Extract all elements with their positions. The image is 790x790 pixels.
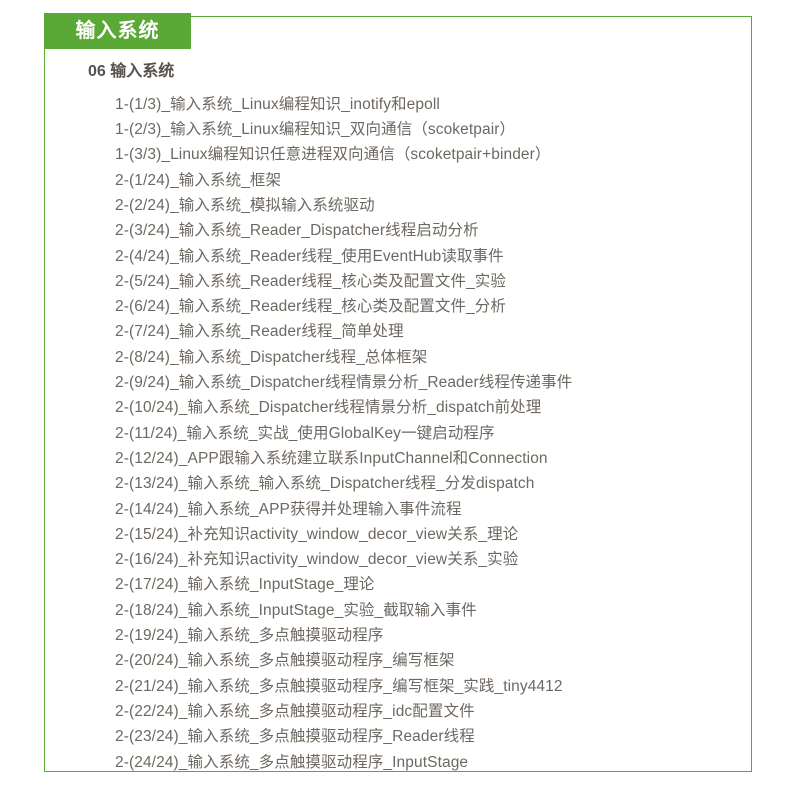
list-item: 2-(10/24)_输入系统_Dispatcher线程情景分析_dispatch… (115, 399, 542, 417)
list-item: 1-(2/3)_输入系统_Linux编程知识_双向通信（scoketpair） (115, 121, 516, 139)
list-item: 2-(8/24)_输入系统_Dispatcher线程_总体框架 (115, 348, 428, 366)
page-root: 输入系统 06 输入系统 1-(1/3)_输入系统_Linux编程知识_inot… (0, 0, 790, 790)
list-item: 2-(24/24)_输入系统_多点触摸驱动程序_InputStage (115, 753, 469, 771)
list-item: 2-(20/24)_输入系统_多点触摸驱动程序_编写框架 (115, 652, 455, 670)
list-item: 2-(1/24)_输入系统_框架 (115, 171, 282, 189)
list-item: 2-(11/24)_输入系统_实战_使用GlobalKey一键启动程序 (115, 424, 495, 442)
list-item: 2-(13/24)_输入系统_输入系统_Dispatcher线程_分发dispa… (115, 475, 535, 493)
list-item: 1-(1/3)_输入系统_Linux编程知识_inotify和epoll (115, 95, 440, 113)
list-item: 2-(17/24)_输入系统_InputStage_理论 (115, 576, 375, 594)
content-area: 06 输入系统 1-(1/3)_输入系统_Linux编程知识_inotify和e… (44, 49, 752, 772)
list-item: 2-(18/24)_输入系统_InputStage_实验_截取输入事件 (115, 601, 477, 619)
list-item: 2-(16/24)_补充知识activity_window_decor_view… (115, 551, 519, 569)
list-item: 2-(4/24)_输入系统_Reader线程_使用EventHub读取事件 (115, 247, 504, 265)
list-item: 2-(12/24)_APP跟输入系统建立联系InputChannel和Conne… (115, 449, 548, 467)
list-item: 2-(21/24)_输入系统_多点触摸驱动程序_编写框架_实践_tiny4412 (115, 677, 563, 695)
list-item: 2-(7/24)_输入系统_Reader线程_简单处理 (115, 323, 404, 341)
section-tag-label: 输入系统 (75, 20, 160, 42)
list-item: 2-(19/24)_输入系统_多点触摸驱动程序 (115, 627, 384, 645)
list-item: 2-(9/24)_输入系统_Dispatcher线程情景分析_Reader线程传… (115, 374, 573, 392)
section-heading: 06 输入系统 (88, 63, 175, 80)
list-item: 1-(3/3)_Linux编程知识任意进程双向通信（scoketpair+bin… (115, 146, 551, 164)
list-item: 2-(15/24)_补充知识activity_window_decor_view… (115, 525, 519, 543)
list-item: 2-(23/24)_输入系统_多点触摸驱动程序_Reader线程 (115, 728, 475, 746)
list-item: 2-(2/24)_输入系统_模拟输入系统驱动 (115, 196, 375, 214)
list-item: 2-(22/24)_输入系统_多点触摸驱动程序_idc配置文件 (115, 702, 475, 720)
lesson-list: 1-(1/3)_输入系统_Linux编程知识_inotify和epoll 1-(… (88, 92, 744, 775)
list-item: 2-(14/24)_输入系统_APP获得并处理输入事件流程 (115, 500, 462, 518)
list-item: 2-(5/24)_输入系统_Reader线程_核心类及配置文件_实验 (115, 272, 506, 290)
list-item: 2-(3/24)_输入系统_Reader_Dispatcher线程启动分析 (115, 222, 479, 240)
section-tag-badge: 输入系统 (44, 13, 191, 49)
list-item: 2-(6/24)_输入系统_Reader线程_核心类及配置文件_分析 (115, 298, 506, 316)
